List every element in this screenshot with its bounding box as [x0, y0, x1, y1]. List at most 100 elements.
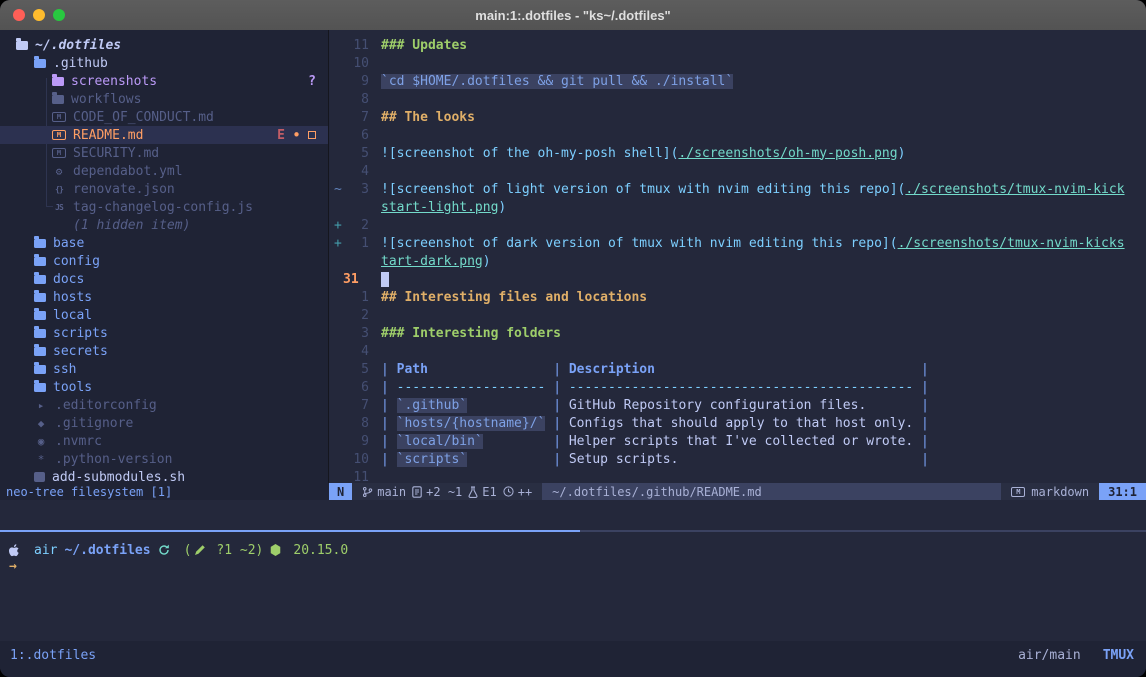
folder-icon: [34, 239, 46, 248]
folder-icon: [52, 77, 64, 86]
tree-item-nvmrc[interactable]: ◉.nvmrc: [0, 432, 328, 450]
tree-item-github-label: .github: [53, 56, 108, 71]
neotree-statusline: neo-tree filesystem [1]: [0, 483, 329, 500]
line-number: 1: [343, 290, 369, 305]
line-number: 6: [343, 380, 369, 395]
editorconfig-icon: ▸: [34, 399, 48, 412]
tree-item-dependabot-label: dependabot.yml: [73, 164, 183, 179]
line-text: | Path | Description |: [381, 362, 929, 377]
tree-item-hidden-count[interactable]: (1 hidden item): [0, 216, 328, 234]
editor-line-0[interactable]: 11### Updates: [329, 36, 1146, 54]
editor-line-10[interactable]: +2: [329, 216, 1146, 234]
editor-line-13[interactable]: 31: [329, 270, 1146, 288]
editor-line-22[interactable]: 9| `local/bin` | Helper scripts that I'v…: [329, 432, 1146, 450]
line-number: 9: [343, 74, 369, 89]
folder-icon: [34, 383, 46, 392]
editor-line-1[interactable]: 10: [329, 54, 1146, 72]
tree-item-renovate-label: renovate.json: [73, 182, 175, 197]
editor-line-20[interactable]: 7| `.github` | GitHub Repository configu…: [329, 396, 1146, 414]
line-number: 4: [343, 344, 369, 359]
status-badge: [308, 131, 316, 139]
line-number: 7: [343, 398, 369, 413]
editor-line-23[interactable]: 10| `scripts` | Setup scripts. |: [329, 450, 1146, 468]
tree-item-hidden-count-label: (1 hidden item): [73, 218, 190, 233]
shell-prompt: air ~/.dotfiles ( ?1 ~2) 20.15.0: [9, 541, 1146, 559]
clock-icon: [503, 486, 514, 497]
tree-item-base[interactable]: base: [0, 234, 328, 252]
line-text: ![screenshot of the oh-my-posh shell](./…: [381, 146, 905, 161]
tmux-window-tab[interactable]: 1:.dotfiles: [10, 648, 96, 663]
tree-item-docs[interactable]: docs: [0, 270, 328, 288]
statusline-filepath: ~/.dotfiles/.github/README.md: [542, 483, 1001, 500]
tree-item-dotfiles-root[interactable]: ~/.dotfiles: [0, 36, 328, 54]
hexagon-icon: ◉: [34, 435, 48, 448]
prompt-host: air: [34, 543, 57, 558]
editor-line-4[interactable]: 7## The looks: [329, 108, 1146, 126]
git-branch-icon: [362, 486, 373, 498]
line-text: ### Updates: [381, 38, 467, 53]
editor-buffer[interactable]: 11### Updates109`cd $HOME/.dotfiles && g…: [329, 30, 1146, 483]
tree-item-code-of-conduct[interactable]: CODE_OF_CONDUCT.md: [0, 108, 328, 126]
line-number: 1: [343, 236, 369, 251]
folder-open-icon: [34, 59, 46, 68]
line-text: ![screenshot of dark version of tmux wit…: [381, 236, 1125, 251]
editor-line-2[interactable]: 9`cd $HOME/.dotfiles && git pull && ./in…: [329, 72, 1146, 90]
tree-item-workflows[interactable]: workflows: [0, 90, 328, 108]
statusline-item-text: ++: [518, 485, 532, 499]
line-number: 4: [343, 164, 369, 179]
markdown-file-icon: [52, 130, 66, 140]
tree-item-add-submodules[interactable]: add-submodules.sh: [0, 468, 328, 483]
tree-item-scripts[interactable]: scripts: [0, 324, 328, 342]
editor-line-24[interactable]: 11: [329, 468, 1146, 483]
tmux-mode-badge: TMUX: [1103, 648, 1134, 663]
tree-item-tools[interactable]: tools: [0, 378, 328, 396]
tree-item-dotfiles-root-label: ~/.dotfiles: [35, 38, 121, 53]
tree-item-github[interactable]: .github: [0, 54, 328, 72]
line-number: 8: [343, 416, 369, 431]
tree-item-local[interactable]: local: [0, 306, 328, 324]
git-sign-add: +: [329, 236, 343, 251]
editor-line-14[interactable]: 1## Interesting files and locations: [329, 288, 1146, 306]
line-text: [381, 272, 389, 287]
tree-item-ssh[interactable]: ssh: [0, 360, 328, 378]
editor-line-12[interactable]: tart-dark.png): [329, 252, 1146, 270]
tree-item-editorconfig[interactable]: ▸ .editorconfig: [0, 396, 328, 414]
prompt-cwd: ~/.dotfiles: [64, 543, 150, 558]
editor-line-16[interactable]: 3### Interesting folders: [329, 324, 1146, 342]
tree-item-security[interactable]: SECURITY.md: [0, 144, 328, 162]
editor-line-19[interactable]: 6| ------------------- | ---------------…: [329, 378, 1146, 396]
tree-item-secrets[interactable]: secrets: [0, 342, 328, 360]
editor-line-17[interactable]: 4: [329, 342, 1146, 360]
editor-line-8[interactable]: ~3![screenshot of light version of tmux …: [329, 180, 1146, 198]
folder-icon: [34, 365, 46, 374]
editor-line-7[interactable]: 4: [329, 162, 1146, 180]
editor-line-5[interactable]: 6: [329, 126, 1146, 144]
editor-line-21[interactable]: 8| `hosts/{hostname}/` | Configs that sh…: [329, 414, 1146, 432]
tree-item-dependabot[interactable]: ⚙dependabot.yml: [0, 162, 328, 180]
filetype-segment: markdown: [1001, 483, 1099, 500]
editor-line-15[interactable]: 2: [329, 306, 1146, 324]
tree-item-tag-changelog[interactable]: JStag-changelog-config.js: [0, 198, 328, 216]
editor-line-11[interactable]: +1 ![screenshot of dark version of tmux w…: [329, 234, 1146, 252]
window-title: main:1:.dotfiles - "ks~/.dotfiles": [0, 8, 1146, 23]
editor-line-18[interactable]: 5| Path | Description |: [329, 360, 1146, 378]
tree-item-readme[interactable]: README.mdE•: [0, 126, 328, 144]
shell-pane[interactable]: air ~/.dotfiles ( ?1 ~2) 20.15.0 →: [0, 532, 1146, 641]
tree-item-gitignore[interactable]: ◆.gitignore: [0, 414, 328, 432]
tree-item-python-version[interactable]: *.python-version: [0, 450, 328, 468]
tree-item-editorconfig-label: .editorconfig: [55, 398, 157, 413]
editor-line-6[interactable]: 5![screenshot of the oh-my-posh shell](.…: [329, 144, 1146, 162]
line-text: start-light.png): [381, 200, 506, 215]
editor-line-3[interactable]: 8: [329, 90, 1146, 108]
editor-line-9[interactable]: start-light.png): [329, 198, 1146, 216]
tree-item-config[interactable]: config: [0, 252, 328, 270]
tree-item-renovate[interactable]: {} renovate.json: [0, 180, 328, 198]
braces-icon: {}: [52, 185, 66, 194]
folder-open-icon: [16, 41, 28, 50]
git-sync-icon: [158, 544, 170, 556]
prompt-arrow[interactable]: →: [9, 559, 17, 577]
tree-item-hosts[interactable]: hosts: [0, 288, 328, 306]
tree-item-screenshots[interactable]: screenshots?: [0, 72, 328, 90]
tree-item-tag-changelog-label: tag-changelog-config.js: [73, 200, 253, 215]
tree-item-base-label: base: [53, 236, 84, 251]
